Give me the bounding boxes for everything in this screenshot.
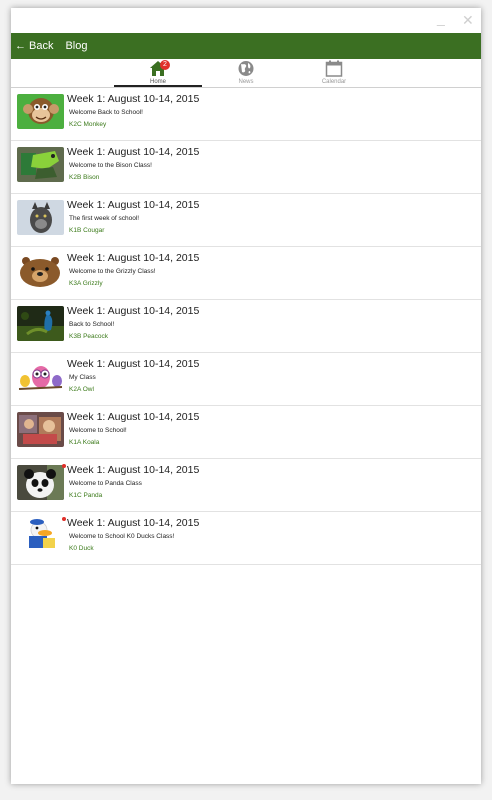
tab-calendar[interactable]: Calendar bbox=[290, 59, 378, 87]
monkey-thumbnail bbox=[17, 94, 64, 129]
post-subtitle: Welcome to School K0 Ducks Class! bbox=[69, 533, 175, 540]
bison-thumbnail bbox=[17, 147, 64, 182]
post-title: Week 1: August 10-14, 2015 bbox=[67, 411, 200, 423]
unread-indicator bbox=[62, 464, 66, 468]
cougar-thumbnail bbox=[17, 200, 64, 235]
post-title: Week 1: August 10-14, 2015 bbox=[67, 93, 200, 105]
post-class-name: K3B Peacock bbox=[69, 333, 109, 340]
post-list-item[interactable]: Week 1: August 10-14, 2015 Welcome to Sc… bbox=[11, 406, 481, 459]
post-subtitle: Welcome to School! bbox=[69, 427, 127, 434]
post-subtitle: The first week of school! bbox=[69, 215, 140, 222]
tab-home[interactable]: 2 Home bbox=[114, 59, 202, 87]
post-class-name: K0 Duck bbox=[69, 545, 94, 552]
post-subtitle: Welcome to Panda Class bbox=[69, 480, 142, 487]
post-title: Week 1: August 10-14, 2015 bbox=[67, 252, 200, 264]
post-title: Week 1: August 10-14, 2015 bbox=[67, 517, 200, 529]
post-title: Week 1: August 10-14, 2015 bbox=[67, 358, 200, 370]
tab-news[interactable]: News bbox=[202, 59, 290, 87]
duck-thumbnail bbox=[17, 518, 64, 553]
panda-thumbnail bbox=[17, 465, 64, 500]
app-window: _ ✕ ← Back Blog 2 Home News Calendar Wee… bbox=[11, 8, 481, 784]
tab-news-label: News bbox=[238, 79, 254, 85]
post-list-item[interactable]: Week 1: August 10-14, 2015 My Class K2A … bbox=[11, 353, 481, 406]
back-label: Back bbox=[29, 40, 54, 52]
owl-thumbnail bbox=[17, 359, 64, 394]
app-bar: ← Back Blog bbox=[11, 33, 481, 59]
tab-calendar-label: Calendar bbox=[321, 79, 347, 85]
page-title: Blog bbox=[65, 40, 88, 52]
grizzly-thumbnail bbox=[17, 253, 64, 288]
post-list-item[interactable]: Week 1: August 10-14, 2015 Welcome to Sc… bbox=[11, 512, 481, 565]
back-button[interactable]: ← Back bbox=[15, 40, 53, 52]
post-class-name: K2C Monkey bbox=[69, 121, 107, 128]
tab-home-label: Home bbox=[149, 79, 166, 85]
unread-indicator bbox=[62, 517, 66, 521]
home-icon: 2 bbox=[149, 60, 170, 77]
post-class-name: K1A Koala bbox=[69, 439, 100, 446]
peacock-thumbnail bbox=[17, 306, 64, 341]
title-bar: _ ✕ bbox=[11, 8, 481, 33]
post-title: Week 1: August 10-14, 2015 bbox=[67, 146, 200, 158]
post-class-name: K3A Grizzly bbox=[69, 280, 103, 287]
back-arrow-icon: ← bbox=[15, 40, 26, 52]
post-subtitle: Welcome to the Grizzly Class! bbox=[69, 268, 156, 275]
close-button[interactable]: ✕ bbox=[462, 12, 474, 28]
calendar-icon bbox=[325, 60, 343, 77]
post-list-item[interactable]: Week 1: August 10-14, 2015 Back to Schoo… bbox=[11, 300, 481, 353]
post-class-name: K2A Owl bbox=[69, 386, 94, 393]
post-list: Week 1: August 10-14, 2015 Welcome Back … bbox=[11, 88, 481, 565]
post-list-item[interactable]: Week 1: August 10-14, 2015 Welcome to th… bbox=[11, 247, 481, 300]
post-list-item[interactable]: Week 1: August 10-14, 2015 Welcome to th… bbox=[11, 141, 481, 194]
post-subtitle: Welcome to the Bison Class! bbox=[69, 162, 152, 169]
tab-bar: 2 Home News Calendar bbox=[11, 59, 481, 88]
post-class-name: K2B Bison bbox=[69, 174, 100, 181]
post-title: Week 1: August 10-14, 2015 bbox=[67, 199, 200, 211]
post-class-name: K1C Panda bbox=[69, 492, 103, 499]
post-list-item[interactable]: Week 1: August 10-14, 2015 Welcome Back … bbox=[11, 88, 481, 141]
post-list-item[interactable]: Week 1: August 10-14, 2015 Welcome to Pa… bbox=[11, 459, 481, 512]
post-subtitle: Back to School! bbox=[69, 321, 115, 328]
post-list-item[interactable]: Week 1: August 10-14, 2015 The first wee… bbox=[11, 194, 481, 247]
notification-badge: 2 bbox=[160, 60, 170, 70]
post-title: Week 1: August 10-14, 2015 bbox=[67, 305, 200, 317]
koala-thumbnail bbox=[17, 412, 64, 447]
post-class-name: K1B Cougar bbox=[69, 227, 105, 234]
post-subtitle: Welcome Back to School! bbox=[69, 109, 143, 116]
minimize-button[interactable]: _ bbox=[437, 10, 445, 26]
globe-icon bbox=[237, 60, 255, 77]
post-subtitle: My Class bbox=[69, 374, 96, 381]
post-title: Week 1: August 10-14, 2015 bbox=[67, 464, 200, 476]
